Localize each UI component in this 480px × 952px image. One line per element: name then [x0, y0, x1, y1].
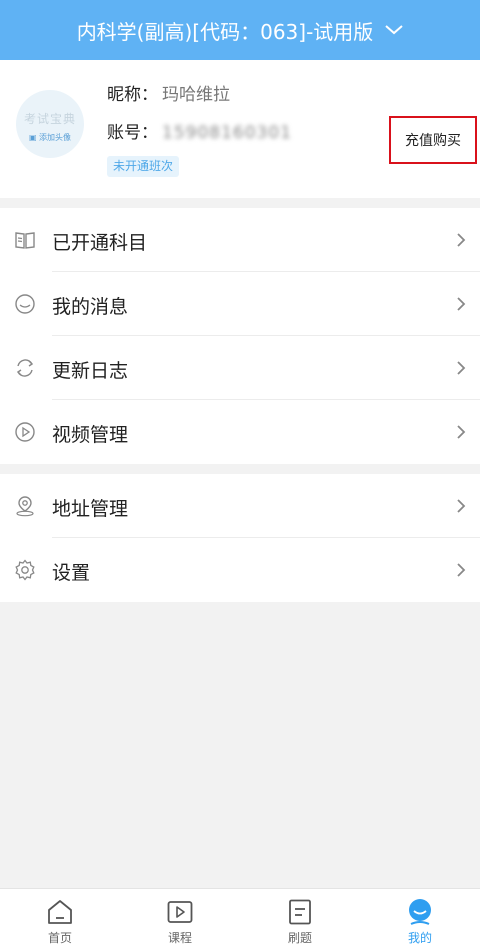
chevron-down-icon[interactable]	[385, 25, 403, 35]
class-status-badge: 未开通班次	[107, 156, 180, 177]
chevron-right-icon	[457, 233, 466, 247]
nickname-row: 昵称： 玛哈维拉	[107, 80, 230, 105]
chevron-right-icon	[457, 425, 466, 439]
account-label: 账号：	[107, 123, 158, 143]
menu-item-label: 我的消息	[52, 296, 129, 318]
message-icon	[15, 294, 35, 314]
menu-item-video-management[interactable]: 视频管理	[0, 400, 480, 464]
menu-item-update-log[interactable]: 更新日志	[0, 336, 480, 400]
camera-icon: ▣	[28, 133, 37, 142]
video-icon	[167, 901, 193, 923]
profile-icon	[409, 899, 431, 925]
menu-item-label: 更新日志	[52, 360, 129, 382]
tab-courses[interactable]: 课程	[120, 889, 240, 952]
tab-label: 我的	[407, 931, 432, 945]
menu-item-address-management[interactable]: 地址管理	[0, 474, 480, 538]
subject-title[interactable]: 内科学(副高)[代码：063]-试用版	[77, 16, 374, 45]
account-value: 15908160301	[162, 123, 292, 143]
avatar[interactable]: 考试宝典 ▣ 添加头像	[16, 90, 84, 158]
menu-item-opened-subjects[interactable]: 已开通科目	[0, 208, 480, 272]
add-avatar-label[interactable]: ▣ 添加头像	[16, 132, 84, 143]
tab-label: 课程	[167, 931, 192, 945]
nickname-label: 昵称：	[107, 85, 158, 105]
avatar-logo-text: 考试宝典	[23, 112, 76, 126]
tab-mine[interactable]: 我的	[360, 889, 480, 952]
document-icon	[289, 899, 311, 925]
chevron-right-icon	[457, 563, 466, 577]
tab-label: 首页	[47, 931, 72, 945]
chevron-right-icon	[457, 297, 466, 311]
bottom-tab-bar: 首页 课程 刷题 我的	[0, 888, 480, 952]
tab-practice[interactable]: 刷题	[240, 889, 360, 952]
menu-group-primary: 已开通科目 我的消息 更新日志 视频管理	[0, 208, 480, 464]
chevron-right-icon	[457, 361, 466, 375]
header-bar[interactable]: 内科学(副高)[代码：063]-试用版	[0, 0, 480, 60]
recharge-buy-button[interactable]: 充值购买	[389, 116, 477, 164]
menu-item-label: 地址管理	[52, 498, 129, 520]
tab-home[interactable]: 首页	[0, 889, 120, 952]
nickname-value: 玛哈维拉	[162, 85, 230, 105]
menu-item-label: 设置	[52, 562, 91, 584]
book-icon	[15, 232, 35, 249]
play-circle-icon	[15, 422, 35, 442]
menu-item-my-messages[interactable]: 我的消息	[0, 272, 480, 336]
menu-item-settings[interactable]: 设置	[0, 538, 480, 602]
profile-card: 考试宝典 ▣ 添加头像 昵称： 玛哈维拉 账号： 15908160301 未开通班次…	[0, 60, 480, 198]
menu-item-label: 视频管理	[52, 424, 129, 446]
menu-group-secondary: 地址管理 设置	[0, 474, 480, 602]
tab-label: 刷题	[287, 931, 312, 945]
home-icon	[48, 900, 72, 924]
menu-item-label: 已开通科目	[52, 232, 148, 254]
refresh-icon	[16, 359, 34, 377]
chevron-right-icon	[457, 499, 466, 513]
gear-icon	[15, 559, 35, 581]
account-row: 账号： 15908160301	[107, 118, 292, 143]
location-icon	[16, 496, 34, 517]
